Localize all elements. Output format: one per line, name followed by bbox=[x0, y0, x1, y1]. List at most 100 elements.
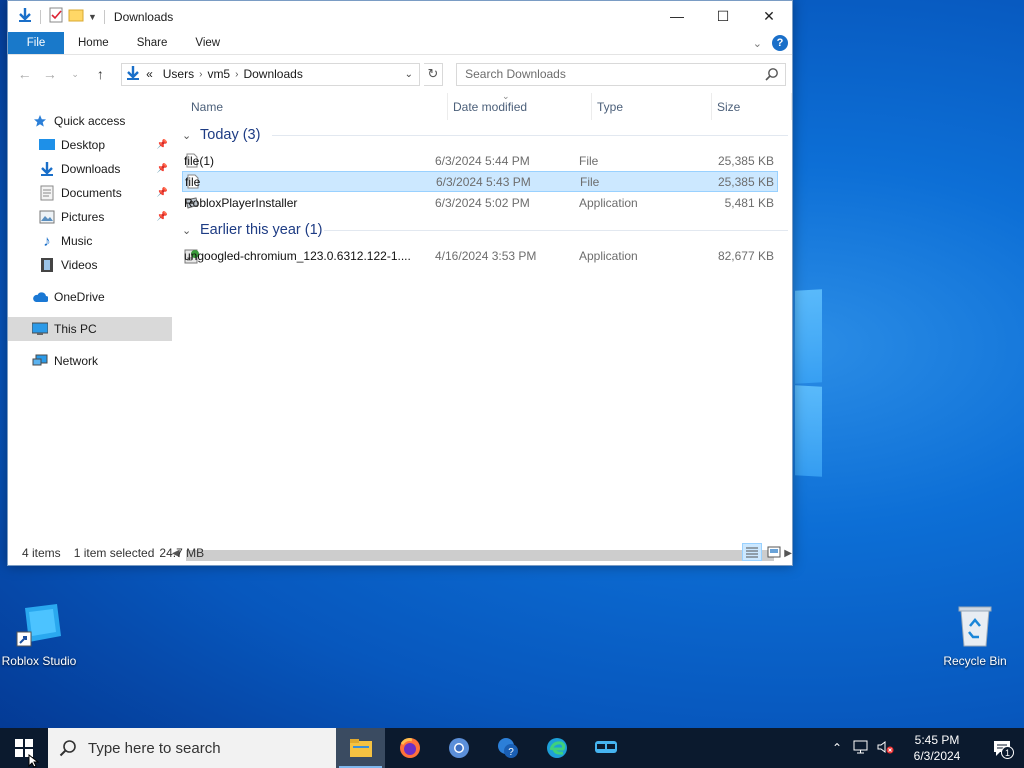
sort-chevron-icon: ⌄ bbox=[502, 91, 510, 101]
taskbar-chromium[interactable] bbox=[434, 728, 483, 768]
file-row-selected[interactable]: file 6/3/2024 5:43 PM File 25,385 KB bbox=[182, 171, 778, 192]
desktop-windows-logo bbox=[795, 289, 855, 480]
column-date-modified[interactable]: Date modified bbox=[448, 93, 592, 120]
desktop-icon-roblox-studio[interactable]: Roblox Studio bbox=[0, 602, 81, 668]
desktop-icon-recycle-bin[interactable]: Recycle Bin bbox=[933, 602, 1017, 668]
pictures-icon bbox=[39, 209, 55, 225]
collapse-chevron-icon[interactable]: ⌄ bbox=[182, 224, 194, 237]
properties-icon[interactable] bbox=[48, 7, 64, 26]
forward-button[interactable]: → bbox=[39, 63, 60, 85]
breadcrumb-users[interactable]: Users bbox=[158, 67, 199, 81]
computer-icon bbox=[32, 321, 48, 337]
close-button[interactable]: ✕ bbox=[746, 1, 792, 31]
collapse-chevron-icon[interactable]: ⌄ bbox=[182, 129, 194, 142]
up-button[interactable]: ↑ bbox=[90, 63, 111, 85]
nav-this-pc[interactable]: This PC bbox=[8, 317, 172, 341]
new-folder-icon[interactable] bbox=[68, 7, 84, 26]
nav-label: Downloads bbox=[61, 162, 121, 176]
minimize-button[interactable]: — bbox=[654, 1, 700, 31]
address-bar[interactable]: « Users › vm5 › Downloads ⌄ bbox=[121, 62, 420, 86]
ribbon: File Home Share View ⌄ ? bbox=[8, 32, 792, 55]
pin-icon[interactable]: 📌 bbox=[157, 187, 168, 198]
group-header-earlier-this-year[interactable]: ⌄ Earlier this year (1) bbox=[172, 219, 792, 241]
network-status-icon[interactable] bbox=[852, 739, 870, 758]
nav-music[interactable]: ♪ Music bbox=[8, 229, 172, 253]
help-icon[interactable]: ? bbox=[772, 35, 788, 51]
nav-network[interactable]: Network bbox=[8, 349, 172, 373]
start-button[interactable] bbox=[0, 728, 48, 768]
tab-view[interactable]: View bbox=[181, 32, 234, 54]
file-row[interactable]: RobloxPlayerInstaller 6/3/2024 5:02 PM A… bbox=[182, 192, 778, 213]
file-size: 25,385 KB bbox=[717, 153, 774, 168]
file-name: file(1) bbox=[184, 153, 215, 168]
taskbar-search-box[interactable]: Type here to search bbox=[48, 728, 336, 768]
nav-onedrive[interactable]: OneDrive bbox=[8, 285, 172, 309]
clock-time: 5:45 PM bbox=[914, 733, 960, 747]
file-explorer-window: ▼ Downloads — ☐ ✕ File Home Share View ⌄… bbox=[7, 0, 793, 566]
nav-pictures[interactable]: Pictures 📌 bbox=[8, 205, 172, 229]
show-hidden-icons-chevron-icon[interactable]: ⌃ bbox=[832, 741, 842, 755]
column-type[interactable]: Type bbox=[592, 93, 712, 120]
breadcrumb-vm5[interactable]: vm5 bbox=[202, 67, 235, 81]
nav-label: Pictures bbox=[61, 210, 105, 224]
nav-documents[interactable]: Documents 📌 bbox=[8, 181, 172, 205]
maximize-button[interactable]: ☐ bbox=[700, 1, 746, 31]
breadcrumb-downloads[interactable]: Downloads bbox=[238, 67, 307, 81]
edge-icon bbox=[546, 738, 567, 758]
action-center-button[interactable]: 1 bbox=[980, 739, 1024, 759]
tab-share[interactable]: Share bbox=[123, 32, 182, 54]
column-size[interactable]: Size bbox=[712, 93, 792, 120]
file-list: Name Date modified Type Size ⌄ ⌄ Today (… bbox=[172, 91, 792, 540]
pin-icon[interactable]: 📌 bbox=[157, 163, 168, 174]
pin-icon[interactable]: 📌 bbox=[157, 211, 168, 222]
nav-label: Quick access bbox=[54, 114, 126, 128]
tab-file[interactable]: File bbox=[8, 32, 64, 54]
desktop-icon bbox=[39, 137, 55, 153]
breadcrumb-overflow[interactable]: « bbox=[141, 67, 158, 81]
file-date: 4/16/2024 3:53 PM bbox=[435, 248, 537, 263]
taskbar-firefox[interactable] bbox=[385, 728, 434, 768]
star-icon bbox=[32, 113, 48, 129]
nav-downloads[interactable]: Downloads 📌 bbox=[8, 157, 172, 181]
downloads-location-icon bbox=[125, 65, 141, 84]
mouse-cursor-icon bbox=[28, 753, 40, 768]
pin-icon[interactable]: 📌 bbox=[157, 139, 168, 150]
tab-home[interactable]: Home bbox=[64, 32, 123, 54]
clock[interactable]: 5:45 PM 6/3/2024 bbox=[902, 732, 972, 764]
item-count: 4 items bbox=[22, 545, 61, 560]
clock-date: 6/3/2024 bbox=[913, 749, 961, 763]
nav-label: Desktop bbox=[61, 138, 106, 152]
network-icon bbox=[32, 353, 48, 369]
file-size: 25,385 KB bbox=[717, 174, 774, 189]
large-icons-view-icon[interactable] bbox=[764, 543, 784, 561]
search-input[interactable]: Search Downloads bbox=[456, 62, 787, 86]
taskbar-vr-app[interactable] bbox=[581, 728, 630, 768]
nav-quick-access[interactable]: Quick access bbox=[8, 109, 172, 133]
expand-ribbon-icon[interactable]: ⌄ bbox=[753, 37, 762, 50]
nav-desktop[interactable]: Desktop 📌 bbox=[8, 133, 172, 157]
column-name[interactable]: Name bbox=[186, 93, 448, 120]
file-row[interactable]: ungoogled-chromium_123.0.6312.122-1.... … bbox=[182, 245, 778, 266]
file-size: 5,481 KB bbox=[724, 195, 774, 210]
customize-toolbar-icon[interactable]: ▼ bbox=[88, 12, 97, 22]
volume-muted-icon[interactable] bbox=[876, 739, 894, 758]
taskbar-file-explorer[interactable] bbox=[336, 728, 385, 768]
taskbar-get-help[interactable]: ? bbox=[483, 728, 532, 768]
refresh-button[interactable]: ↻ bbox=[423, 62, 444, 86]
taskbar-edge[interactable] bbox=[532, 728, 581, 768]
documents-icon bbox=[39, 185, 55, 201]
address-dropdown-icon[interactable]: ⌄ bbox=[401, 66, 417, 83]
navigation-pane: Quick access Desktop 📌 Downloads 📌 Docum… bbox=[8, 93, 172, 540]
file-row[interactable]: file(1) 6/3/2024 5:44 PM File 25,385 KB bbox=[182, 150, 778, 171]
navigation-bar: ← → ⌄ ↑ « Users › vm5 › Downloads ⌄ ↻ Se… bbox=[8, 55, 792, 93]
details-view-icon[interactable] bbox=[742, 543, 762, 561]
title-bar[interactable]: ▼ Downloads — ☐ ✕ bbox=[8, 1, 792, 32]
group-header-today[interactable]: ⌄ Today (3) bbox=[172, 124, 792, 146]
nav-videos[interactable]: Videos bbox=[8, 253, 172, 277]
videos-icon bbox=[39, 257, 55, 273]
back-button[interactable]: ← bbox=[14, 63, 35, 85]
quick-access-toolbar: ▼ bbox=[8, 7, 108, 26]
file-name: file bbox=[185, 174, 201, 189]
file-date: 6/3/2024 5:02 PM bbox=[435, 195, 530, 210]
recent-locations-button[interactable]: ⌄ bbox=[65, 63, 86, 85]
